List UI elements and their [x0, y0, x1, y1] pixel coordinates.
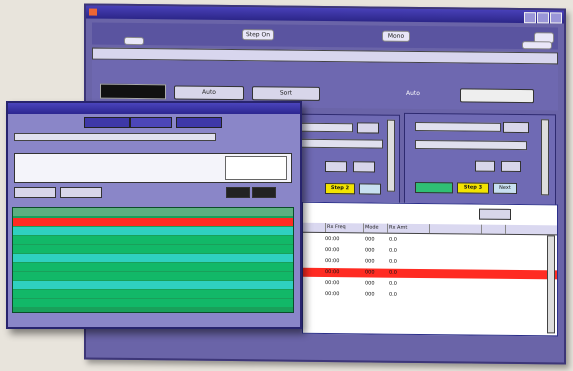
- toolbar-button-1[interactable]: Auto: [174, 85, 244, 101]
- mode-cell: 000: [365, 269, 375, 276]
- app-icon: [89, 8, 97, 16]
- table-row[interactable]: [13, 227, 293, 235]
- right-field-2[interactable]: [415, 139, 527, 151]
- table-row[interactable]: 00:00 000 0.0: [303, 289, 557, 302]
- freq-cell: 00:00: [325, 291, 340, 298]
- middle-panel: Step 2: [294, 113, 400, 205]
- grid-header-freq: Rx Freq: [325, 223, 364, 233]
- results-grid: Rx Freq Mode Rx Amt 00:00 000 0.0 00:00 000 0…: [302, 201, 558, 337]
- table-row[interactable]: [13, 218, 293, 226]
- freq-cell: 00:00: [325, 280, 340, 287]
- grid-header-amt: Rx Amt: [387, 223, 430, 234]
- right-field-1[interactable]: [415, 121, 501, 132]
- grid-toolbar-button[interactable]: [479, 208, 511, 220]
- mode-cell: 000: [365, 280, 375, 287]
- sub-field[interactable]: [124, 36, 144, 46]
- table-row[interactable]: [13, 290, 293, 298]
- front-button-1[interactable]: [14, 187, 56, 198]
- grid-scrollbar[interactable]: [547, 235, 555, 334]
- toolbar-button-2[interactable]: Sort: [252, 86, 320, 101]
- info-panel: [14, 153, 292, 183]
- mode-cell: 000: [365, 236, 375, 243]
- info-preview: [225, 156, 287, 180]
- middle-scrollbar[interactable]: [387, 119, 395, 192]
- auto-label: Auto: [406, 89, 420, 97]
- freq-cell: 00:00: [325, 236, 340, 243]
- front-button-3[interactable]: [226, 187, 250, 198]
- mode-button[interactable]: Step On: [242, 29, 274, 41]
- table-row[interactable]: [13, 299, 293, 307]
- front-button-4[interactable]: [252, 187, 276, 198]
- grid-header-extra: [429, 224, 482, 234]
- middle-button-1[interactable]: [357, 122, 379, 134]
- mode-cell: 000: [365, 291, 375, 298]
- front-tab-2[interactable]: [130, 117, 172, 128]
- front-button-2[interactable]: [60, 187, 102, 198]
- table-row[interactable]: [13, 236, 293, 244]
- back-window-titlebar: [86, 5, 564, 24]
- right-panel: Step 3 Next: [404, 112, 556, 207]
- front-tab-1[interactable]: [84, 117, 130, 128]
- grid-header-mode: Mode: [363, 223, 388, 233]
- amt-cell: 0.0: [389, 280, 397, 287]
- sub-button[interactable]: [522, 41, 552, 50]
- green-button[interactable]: [415, 181, 453, 194]
- middle-field-1[interactable]: [301, 122, 353, 133]
- table-row[interactable]: 00:00 000 0.0: [303, 278, 557, 291]
- table-row[interactable]: 00:00 000 0.0: [303, 256, 557, 269]
- table-row[interactable]: 00:00 000 0.0: [303, 245, 557, 258]
- top-controls-row: Step On Mono: [92, 22, 558, 50]
- close-button[interactable]: [550, 12, 562, 24]
- right-button-1[interactable]: [503, 121, 529, 134]
- amt-cell: 0.0: [389, 269, 397, 276]
- right-scrollbar[interactable]: [541, 119, 549, 196]
- mode-cell: 000: [365, 258, 375, 265]
- freq-cell: 00:00: [325, 247, 340, 254]
- freq-cell: 00:00: [325, 269, 340, 276]
- table-row[interactable]: [13, 263, 293, 271]
- front-window: [6, 101, 302, 329]
- middle-button-3[interactable]: [353, 161, 375, 173]
- middle-field-2[interactable]: [301, 138, 383, 149]
- amt-cell: 0.0: [389, 236, 397, 243]
- step-button-2[interactable]: Step 2: [325, 183, 355, 195]
- front-tab-3[interactable]: [176, 117, 222, 128]
- front-grid: [12, 207, 294, 313]
- amt-cell: 0.0: [389, 247, 397, 254]
- right-button-2[interactable]: [475, 160, 495, 172]
- readout-display: [100, 83, 166, 100]
- table-row[interactable]: [13, 254, 293, 262]
- table-row[interactable]: [13, 245, 293, 253]
- front-grid-header: [13, 208, 293, 216]
- grid-header: Rx Freq Mode Rx Amt: [303, 222, 557, 236]
- mode-cell: 000: [365, 247, 375, 254]
- sort-checkbox[interactable]: [460, 88, 534, 104]
- freq-cell: 00:00: [325, 258, 340, 265]
- minimize-button[interactable]: [524, 12, 536, 24]
- front-window-titlebar: [8, 103, 300, 114]
- table-row[interactable]: 00:00 000 0.0: [303, 267, 557, 280]
- next-button[interactable]: Next: [493, 182, 517, 195]
- right-button-3[interactable]: [501, 160, 521, 173]
- next-button-middle[interactable]: [359, 183, 381, 195]
- mode-toggle[interactable]: Mono: [382, 30, 410, 42]
- table-row[interactable]: [13, 272, 293, 280]
- table-row[interactable]: [13, 281, 293, 289]
- grid-header-check: [303, 222, 326, 233]
- middle-button-2[interactable]: [325, 161, 347, 173]
- amt-cell: 0.0: [389, 258, 397, 265]
- front-field-1[interactable]: [14, 133, 216, 141]
- step-button-3[interactable]: Step 3: [457, 182, 489, 194]
- maximize-button[interactable]: [537, 12, 549, 24]
- table-row[interactable]: 00:00 000 0.0: [303, 234, 557, 247]
- amt-cell: 0.0: [389, 291, 397, 298]
- grid-header-extra-2: [481, 224, 506, 234]
